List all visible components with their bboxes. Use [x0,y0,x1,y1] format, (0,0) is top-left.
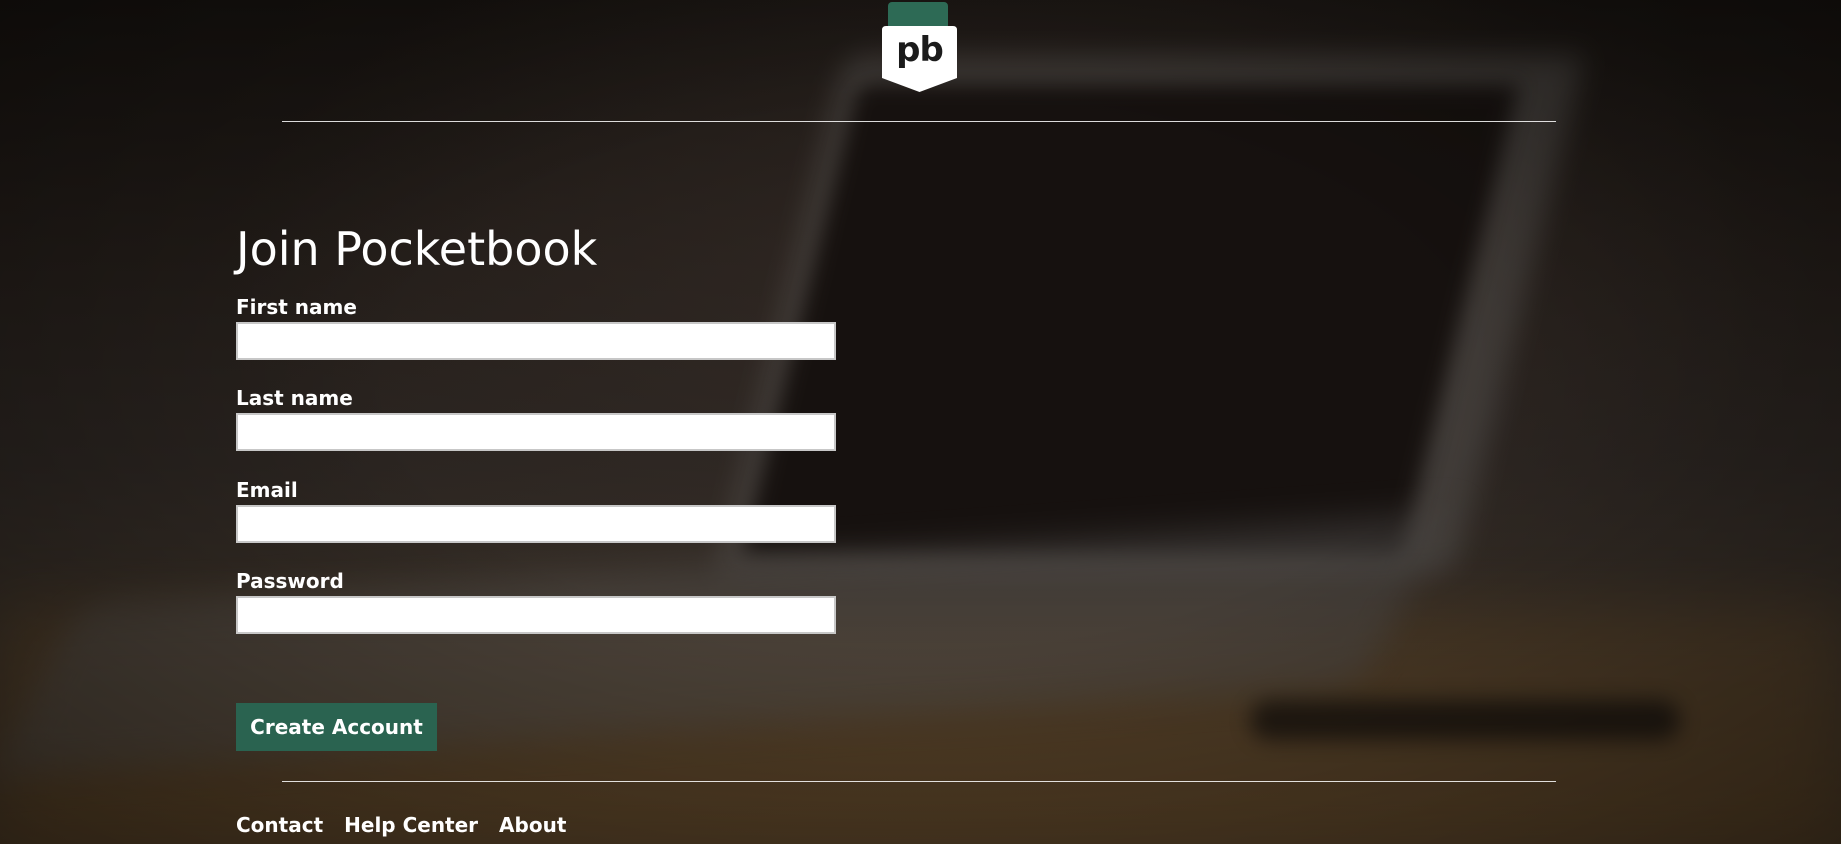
email-label: Email [236,478,298,502]
first-name-label: First name [236,295,357,319]
footer-link-about[interactable]: About [499,813,566,837]
footer-link-contact[interactable]: Contact [236,813,323,837]
logo-text: pb [896,30,944,70]
password-label: Password [236,569,344,593]
background-laptop-screen [741,85,1519,555]
last-name-label: Last name [236,386,353,410]
create-account-button[interactable]: Create Account [236,703,437,751]
first-name-input[interactable] [236,322,836,360]
header-divider [282,121,1556,122]
background-laptop-lid [715,55,1585,575]
pocketbook-logo[interactable]: pb [882,0,957,92]
footer-nav: Contact Help Center About [236,813,566,837]
password-input[interactable] [236,596,836,634]
email-input[interactable] [236,505,836,543]
background-laptop-base [0,514,1448,776]
page-title: Join Pocketbook [236,222,598,276]
footer-divider [282,781,1556,782]
background-pen [1250,700,1680,740]
last-name-input[interactable] [236,413,836,451]
footer-link-help-center[interactable]: Help Center [344,813,478,837]
